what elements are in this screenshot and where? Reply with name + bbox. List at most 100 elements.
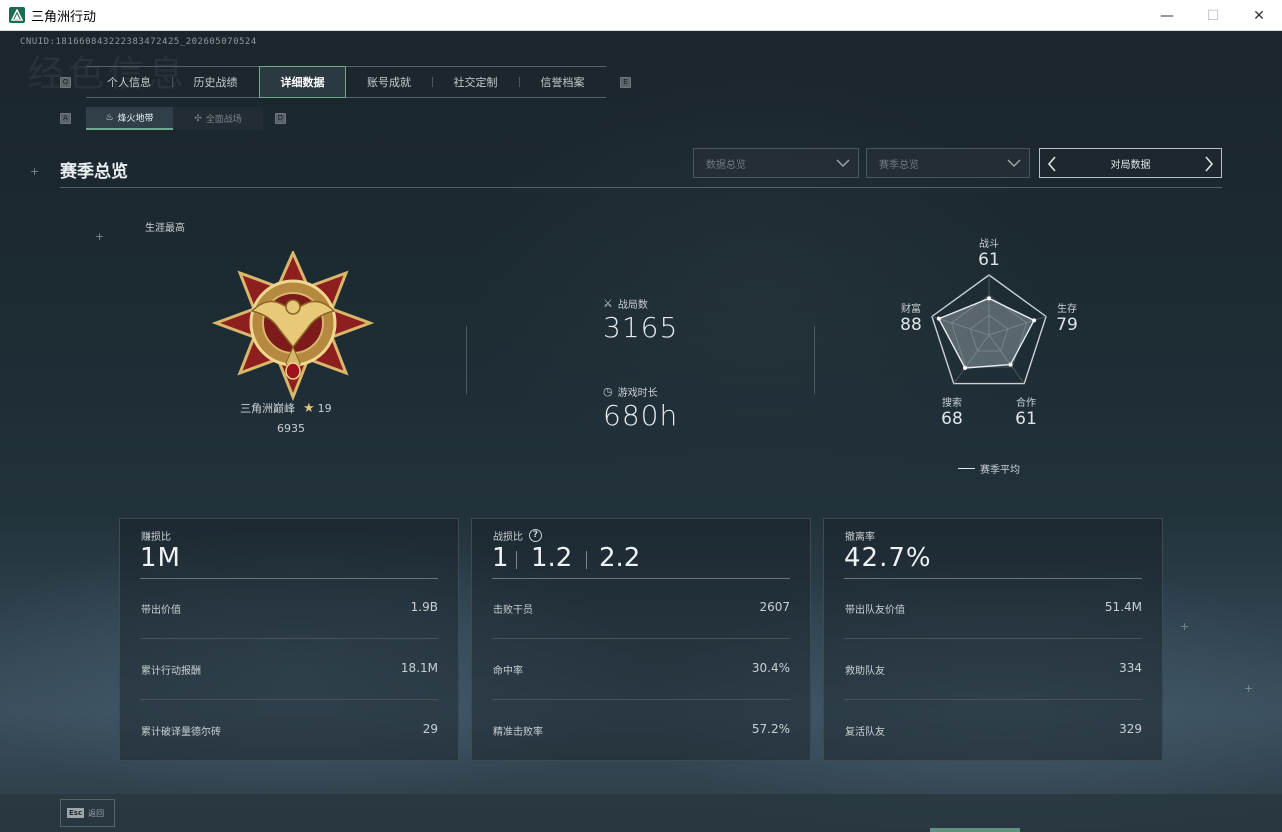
window-title: 三角洲行动: [31, 9, 97, 25]
radar-value-area: [937, 297, 1036, 369]
divider: [586, 551, 587, 569]
stat-row-label: 命中率: [493, 666, 523, 677]
stat-row: 累计行动报酬 18.1M: [140, 639, 438, 700]
accent-strip: [930, 828, 1020, 832]
back-label: 返回: [88, 808, 105, 818]
subtab-left-key-hint: A: [60, 113, 71, 124]
stat-row: 精准击败率 57.2%: [492, 700, 790, 761]
divider: [466, 326, 467, 394]
stat-row-label: 击败干员: [493, 605, 533, 616]
chevron-right-icon[interactable]: [1203, 155, 1215, 173]
radar-label-wealth: 财富: [901, 304, 921, 315]
radar-label-survival: 生存: [1057, 304, 1077, 315]
minimize-button[interactable]: —: [1144, 0, 1190, 31]
stat-row: 累计破译量德尔砖 29: [140, 700, 438, 761]
radar-value-combat: 61: [978, 250, 1000, 270]
chevron-down-icon: [1007, 159, 1021, 168]
rank-name: 三角洲巅峰: [240, 402, 295, 415]
stat-row: 救助队友 334: [844, 639, 1142, 700]
stat-row-label: 精准击败率: [493, 727, 543, 738]
rank-medal-icon: [212, 251, 374, 401]
radar-point: [936, 316, 941, 321]
stat-row-value: 18.1M: [400, 661, 438, 675]
bottom-bar: Esc 返回: [0, 794, 1282, 832]
stat-row-label: 复活队友: [845, 727, 885, 738]
subtab-fire-zone[interactable]: ♨ 烽火地带: [86, 107, 173, 130]
data-overview-value: 数据总览: [706, 159, 746, 171]
stat-row: 命中率 30.4%: [492, 639, 790, 700]
chevron-left-icon[interactable]: [1046, 155, 1058, 173]
kd-card: 战损比 ? 1 1.2 2.2 击败干员 2607 命中率 30.4% 精准击败…: [471, 518, 811, 761]
stat-row: 带出队友价值 51.4M: [844, 578, 1142, 639]
radar-point: [987, 296, 991, 301]
match-data-selector[interactable]: 对局数据: [1039, 148, 1222, 178]
subtab-battlefield[interactable]: ✣ 全面战场: [173, 107, 263, 130]
profit-card-title: 赚损比: [141, 532, 171, 543]
season-overview-dropdown[interactable]: 赛季总览: [866, 148, 1030, 178]
section-divider: [60, 187, 1222, 188]
chevron-down-icon: [836, 159, 850, 168]
legend-line: [958, 468, 975, 469]
stat-row-value: 30.4%: [751, 661, 790, 675]
profit-card-value: 1M: [140, 543, 181, 573]
stat-row-label: 带出队友价值: [845, 605, 905, 616]
stat-row-value: 51.4M: [1104, 600, 1142, 614]
kd-card-title: 战损比 ?: [493, 528, 542, 543]
stat-row-value: 29: [422, 722, 438, 736]
radar-value-search: 68: [941, 409, 963, 429]
career-best-label: 生涯最高: [145, 223, 185, 234]
stat-row-label: 累计行动报酬: [141, 666, 201, 677]
match-data-label: 对局数据: [1110, 159, 1151, 171]
stat-row: 带出价值 1.9B: [140, 578, 438, 639]
matches-label: ⚔ 战局数: [603, 296, 648, 311]
player-uid: CNUID:1816608432223834724​25_20260507052…: [20, 37, 257, 47]
rank-stars: 19: [317, 401, 332, 415]
decor-plus-icon: +: [1244, 682, 1254, 695]
extract-card-value: 42.7%: [844, 543, 932, 573]
kd-value-1: 1: [492, 543, 509, 573]
playtime-value: 680h: [603, 399, 679, 432]
window-titlebar: 三角洲行动 — ☐ ✕: [0, 0, 1282, 31]
tab-social-custom[interactable]: 社交定制: [432, 67, 519, 97]
extract-card: 撤离率 42.7% 带出队友价值 51.4M 救助队友 334 复活队友 329: [823, 518, 1163, 761]
help-icon[interactable]: ?: [529, 529, 542, 542]
tab-match-history[interactable]: 历史战绩: [172, 67, 259, 97]
radar-label-cooperation: 合作: [1016, 398, 1036, 409]
extract-card-title: 撤离率: [845, 532, 875, 543]
tab-credit-record[interactable]: 信誉档案: [519, 67, 606, 97]
season-overview-value: 赛季总览: [879, 159, 919, 171]
kd-card-title-text: 战损比: [493, 532, 523, 543]
main-tab-bar: 个人信息 历史战绩 详细数据 账号成就 社交定制 信誉档案: [86, 66, 606, 98]
maximize-button[interactable]: ☐: [1190, 0, 1236, 31]
matches-value: 3165: [603, 311, 679, 344]
rank-score: 6935: [277, 422, 305, 435]
stat-row-value: 2607: [759, 600, 790, 614]
section-title: 赛季总览: [60, 162, 128, 182]
stat-row-label: 累计破译量德尔砖: [141, 727, 221, 738]
matches-label-text: 战局数: [617, 300, 648, 311]
tab-achievements[interactable]: 账号成就: [346, 67, 432, 97]
playtime-label: ◷ 游戏时长: [603, 384, 658, 399]
game-viewport: 经色信息 CNUID:1816608432223834724​25_202605…: [0, 31, 1282, 832]
close-button[interactable]: ✕: [1236, 0, 1282, 31]
fire-zone-icon: ♨: [105, 112, 114, 123]
data-overview-dropdown[interactable]: 数据总览: [693, 148, 859, 178]
kd-value-3: 2.2: [599, 543, 641, 573]
radar-value-wealth: 88: [900, 315, 922, 335]
tab-detailed-data[interactable]: 详细数据: [259, 66, 346, 98]
decor-plus-icon: +: [95, 230, 105, 243]
stat-row-value: 329: [1119, 722, 1142, 736]
radar-point: [1032, 318, 1037, 323]
profit-card: 赚损比 1M 带出价值 1.9B 累计行动报酬 18.1M 累计破译量德尔砖 2…: [119, 518, 459, 761]
radar-label-combat: 战斗: [979, 239, 999, 250]
tab-personal-info[interactable]: 个人信息: [86, 67, 172, 97]
stat-row-value: 334: [1119, 661, 1142, 675]
playtime-label-text: 游戏时长: [617, 388, 658, 399]
radar-label-search: 搜索: [942, 398, 962, 409]
divider: [516, 551, 517, 569]
back-button[interactable]: Esc 返回: [60, 799, 115, 827]
decor-plus-icon: +: [1180, 620, 1190, 633]
stat-row: 击败干员 2607: [492, 578, 790, 639]
radar-legend: 赛季平均: [958, 461, 1020, 476]
radar-point: [1008, 362, 1013, 367]
